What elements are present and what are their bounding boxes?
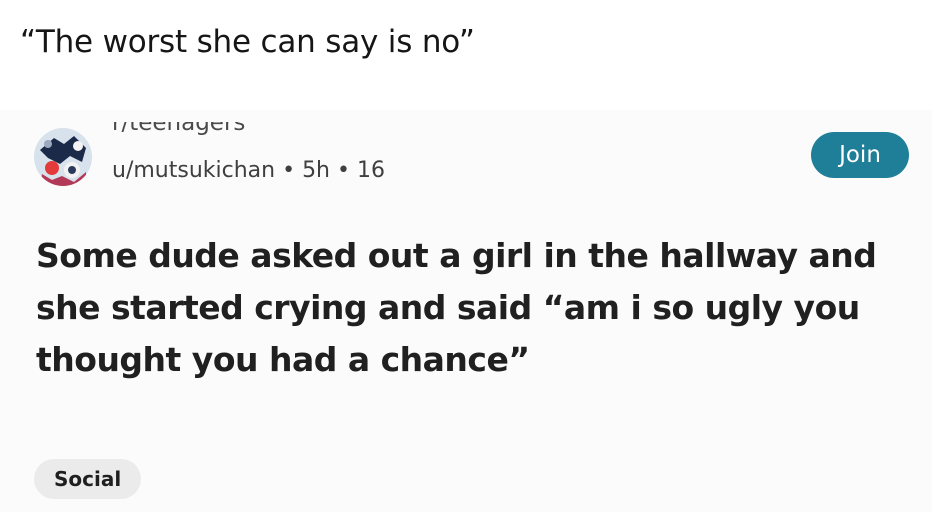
subreddit-name[interactable]: r/teenagers: [112, 122, 245, 136]
subreddit-name-text: r/teenagers: [112, 122, 246, 136]
reddit-post-card[interactable]: r/teenagers u/mutsukichan • 5h • 16 Join Som…: [0, 110, 932, 512]
post-flair[interactable]: Social: [34, 459, 142, 499]
join-button[interactable]: Join: [811, 132, 909, 178]
caption-area: “The worst she can say is no”: [0, 0, 932, 110]
post-age: 5h: [302, 158, 331, 183]
meta-separator-dot: •: [337, 158, 350, 183]
subreddit-avatar[interactable]: [34, 128, 92, 186]
meta-separator-dot: •: [282, 158, 296, 183]
caption-text: “The worst she can say is no”: [20, 24, 475, 60]
post-author[interactable]: u/mutsukichan: [112, 158, 275, 183]
post-score: 16: [357, 158, 385, 183]
post-meta: u/mutsukichan • 5h • 16: [112, 158, 385, 183]
post-title[interactable]: Some dude asked out a girl in the hallwa…: [36, 230, 896, 386]
